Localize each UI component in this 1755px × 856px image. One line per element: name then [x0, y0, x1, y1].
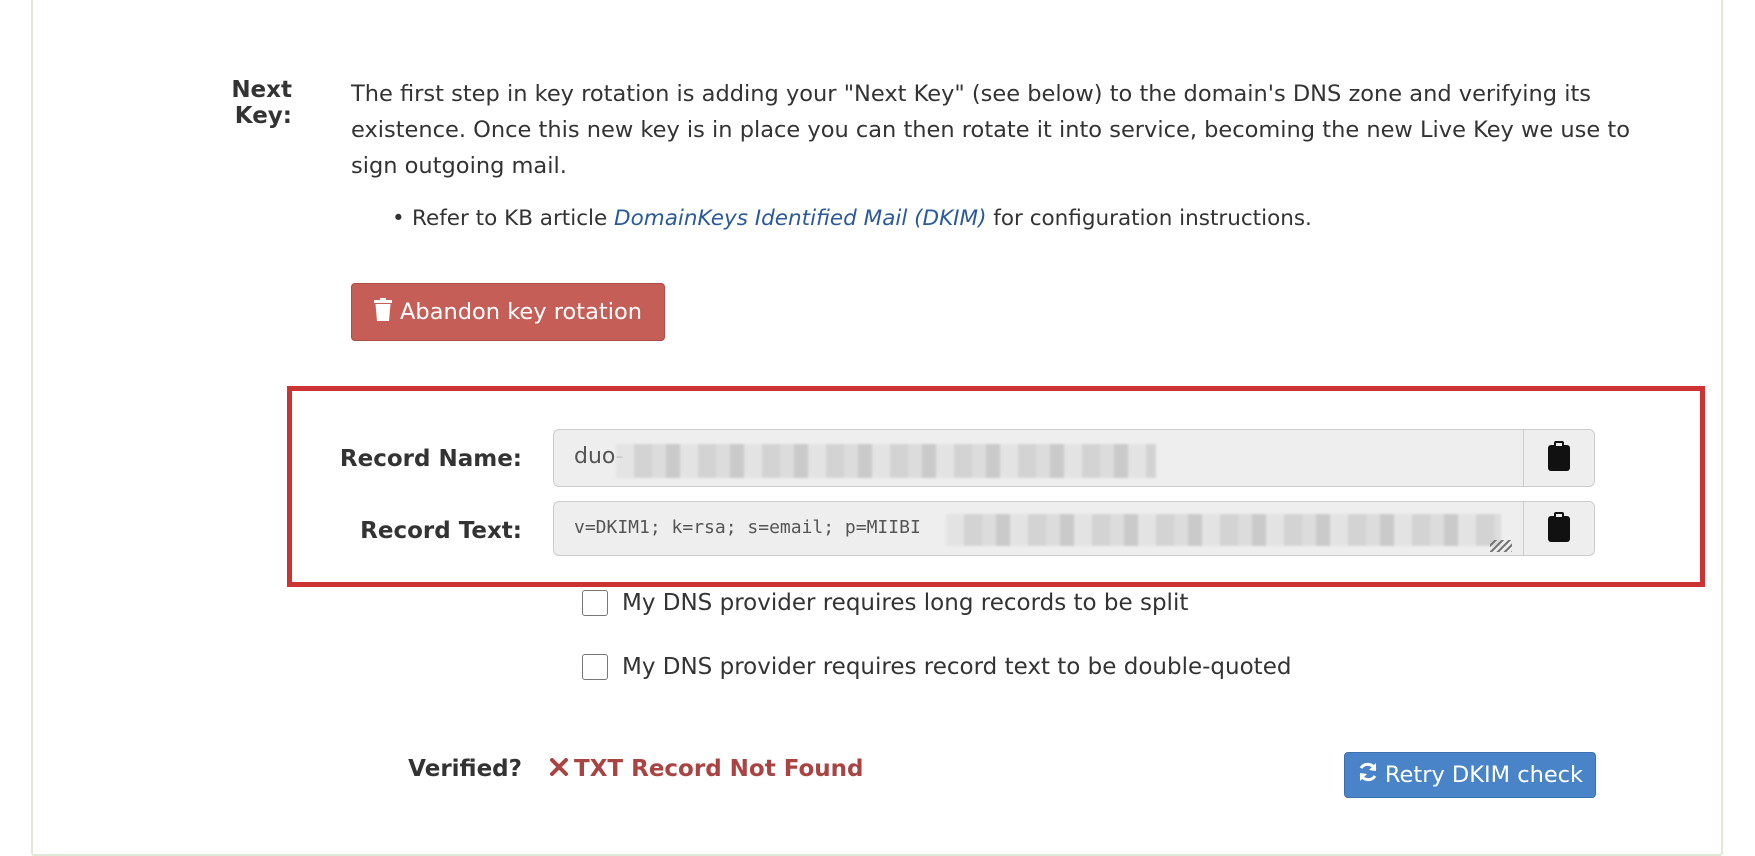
clipboard-icon — [1547, 511, 1571, 546]
retry-button-label: Retry DKIM check — [1384, 762, 1584, 788]
kb-reference: • Refer to KB article DomainKeys Identif… — [392, 206, 1312, 231]
clipboard-icon — [1547, 441, 1571, 475]
copy-record-text-button[interactable] — [1523, 501, 1595, 556]
verification-status: TXT Record Not Found — [550, 756, 864, 782]
split-records-label: My DNS provider requires long records to… — [622, 590, 1189, 616]
x-icon — [550, 756, 568, 782]
record-name-field[interactable]: duo- — [553, 429, 1524, 487]
copy-record-name-button[interactable] — [1523, 429, 1595, 487]
split-records-option[interactable]: My DNS provider requires long records to… — [582, 590, 1188, 616]
abandon-button-label: Abandon key rotation — [400, 299, 642, 325]
verification-status-text: TXT Record Not Found — [574, 756, 864, 782]
double-quote-option[interactable]: My DNS provider requires record text to … — [582, 654, 1291, 680]
record-text-field[interactable]: v=DKIM1; k=rsa; s=email; p=MIIBI — [553, 501, 1524, 556]
bullet-dot: • — [392, 206, 405, 231]
retry-dkim-check-button[interactable]: Retry DKIM check — [1344, 752, 1596, 798]
abandon-key-rotation-button[interactable]: Abandon key rotation — [351, 283, 665, 341]
verified-label: Verified? — [408, 756, 522, 782]
kb-suffix: for configuration instructions. — [986, 206, 1312, 231]
redacted-blur — [946, 514, 1501, 546]
refresh-icon — [1357, 761, 1379, 789]
kb-prefix: Refer to KB article — [412, 206, 615, 231]
record-text-label: Record Text: — [360, 518, 522, 544]
next-key-description: The first step in key rotation is adding… — [351, 81, 1630, 179]
record-name-label: Record Name: — [339, 446, 522, 472]
split-records-checkbox[interactable] — [582, 590, 608, 616]
double-quote-label: My DNS provider requires record text to … — [622, 654, 1292, 680]
next-key-label: Next Key: — [231, 77, 292, 129]
redacted-blur — [616, 444, 1156, 478]
trash-icon — [374, 297, 393, 327]
resize-handle[interactable] — [1490, 540, 1512, 552]
double-quote-checkbox[interactable] — [582, 654, 608, 680]
kb-link[interactable]: DomainKeys Identified Mail (DKIM) — [614, 206, 986, 231]
record-text-value: v=DKIM1; k=rsa; s=email; p=MIIBI — [574, 517, 921, 538]
